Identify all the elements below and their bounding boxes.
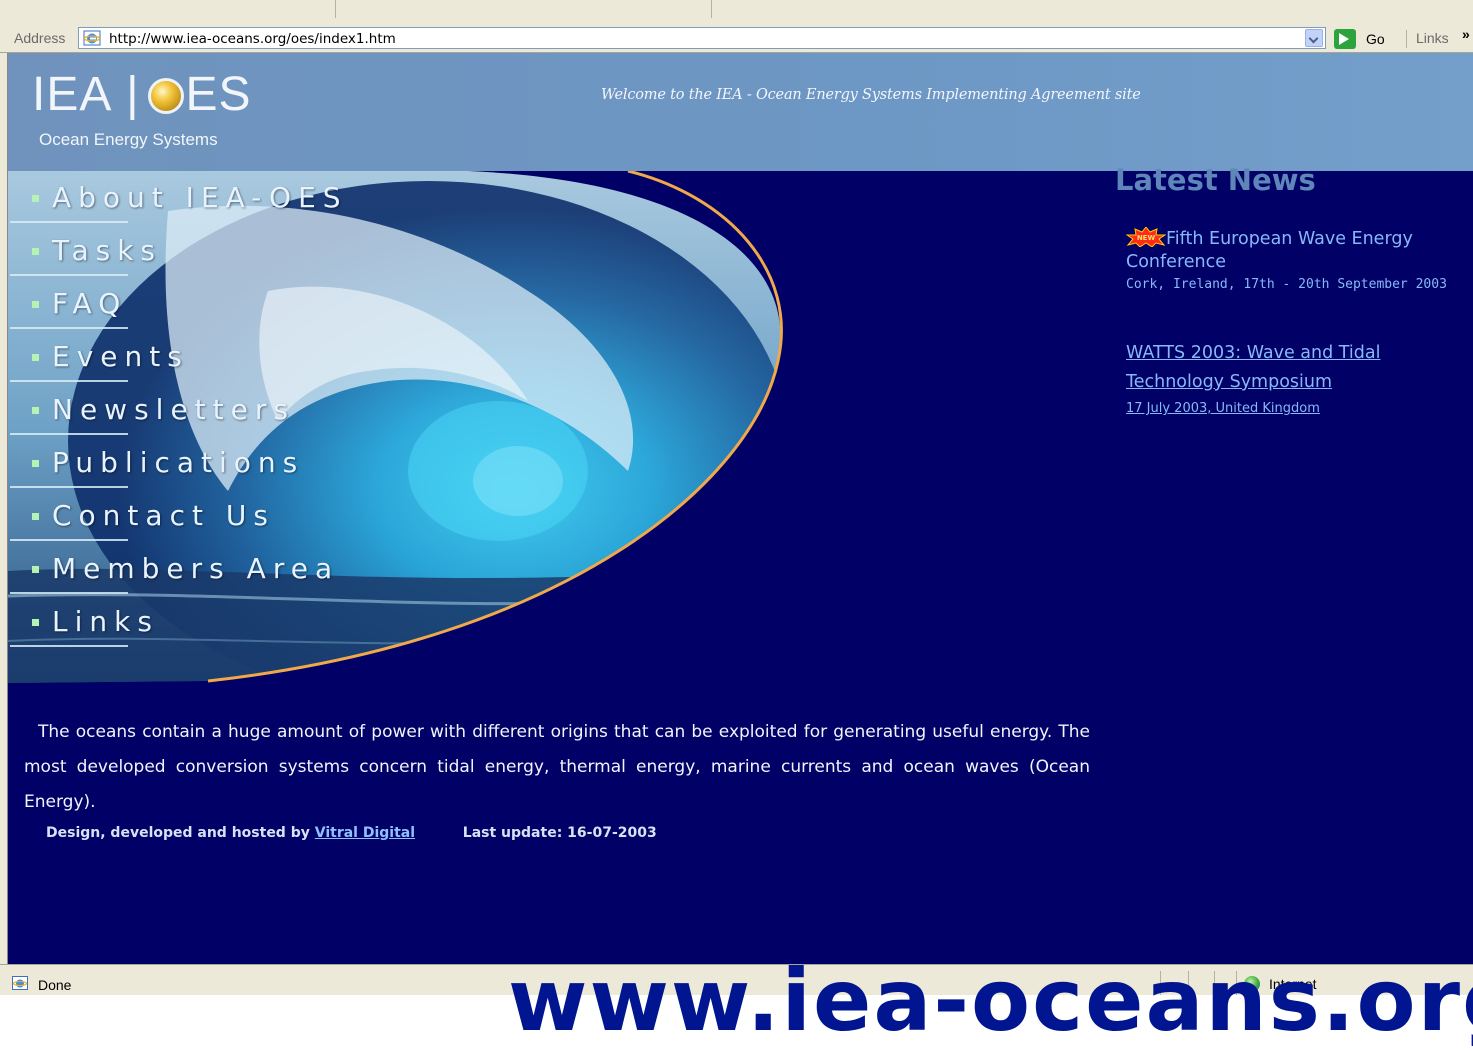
links-more-chevron-icon[interactable]: » (1462, 26, 1470, 42)
url-watermark: www.iea-oceans.org (508, 951, 1473, 1051)
logo-text-left: IEA (32, 68, 110, 121)
nav-item-members-area[interactable]: Members Area (8, 542, 408, 595)
nav-item-label: Members Area (52, 552, 340, 585)
nav-bullet-icon (32, 619, 39, 626)
nav-item-events[interactable]: Events (8, 330, 408, 383)
news-item-link[interactable]: WATTS 2003: Wave and Tidal Technology Sy… (1126, 339, 1426, 397)
news-item-subtitle: Cork, Ireland, 17th - 20th September 200… (1126, 277, 1447, 292)
nav-bullet-icon (32, 301, 39, 308)
site-header: IEA | ES Ocean Energy Systems Welcome to … (8, 53, 1473, 171)
nav-item-links[interactable]: Links (8, 595, 408, 648)
status-page-icon (12, 976, 28, 990)
vitral-digital-link[interactable]: Vitral Digital (315, 825, 415, 841)
nav-item-label: FAQ (52, 287, 128, 320)
new-badge-label: NEW (1137, 234, 1156, 242)
news-item-subtitle[interactable]: 17 July 2003, United Kingdom (1126, 397, 1426, 421)
last-update-text: Last update: 16-07-2003 (462, 825, 657, 841)
nav-item-newsletters[interactable]: Newsletters (8, 383, 408, 436)
nav-divider (10, 221, 128, 223)
nav-divider (10, 327, 128, 329)
ie-page-icon (83, 30, 101, 46)
news-item-wave-conference: NEW Fifth European Wave Energy Conferenc… (1126, 227, 1456, 296)
nav-bullet-icon (32, 354, 39, 361)
welcome-banner: Welcome to the IEA - Ocean Energy System… (601, 87, 1141, 103)
nav-divider (10, 274, 128, 276)
nav-bullet-icon (32, 195, 39, 202)
address-bar: Address http://www.iea-oceans.org/oes/in… (0, 26, 1473, 53)
nav-item-label: Events (52, 340, 189, 373)
site-logo[interactable]: IEA | ES (32, 67, 252, 123)
nav-bullet-icon (32, 248, 39, 255)
nav-item-faq[interactable]: FAQ (8, 277, 408, 330)
toolbar-separator (1406, 30, 1407, 48)
logo-text-right: ES (185, 68, 252, 121)
toolbar-strip (0, 0, 1473, 27)
status-text: Done (38, 977, 72, 993)
dropdown-arrow-icon[interactable] (1305, 29, 1323, 47)
site-credits: Design, developed and hosted by Vitral D… (46, 825, 657, 841)
news-item-watts-symposium: WATTS 2003: Wave and Tidal Technology Sy… (1126, 339, 1426, 421)
toolbar-separator (335, 0, 336, 18)
nav-item-publications[interactable]: Publications (8, 436, 408, 489)
go-label: Go (1366, 31, 1385, 47)
credits-prefix: Design, developed and hosted by (46, 825, 310, 841)
logo-globe-icon (147, 78, 184, 114)
news-item-title: Fifth European Wave Energy Conference (1126, 229, 1413, 272)
nav-divider (10, 539, 128, 541)
window-left-border (0, 53, 8, 964)
nav-item-label: About IEA-OES (52, 181, 348, 214)
nav-item-label: Tasks (52, 234, 163, 267)
address-url: http://www.iea-oceans.org/oes/index1.htm (109, 31, 396, 47)
latest-news-heading: Latest News (1115, 163, 1316, 197)
nav-bullet-icon (32, 407, 39, 414)
address-label: Address (14, 30, 66, 46)
nav-item-label: Contact Us (52, 499, 275, 532)
nav-divider (10, 433, 128, 435)
nav-bullet-icon (32, 513, 39, 520)
intro-paragraph: The oceans contain a huge amount of powe… (24, 722, 1090, 812)
nav-item-label: Publications (52, 446, 305, 479)
nav-divider (10, 645, 128, 647)
nav-item-about[interactable]: About IEA-OES (8, 171, 408, 224)
nav-item-contact[interactable]: Contact Us (8, 489, 408, 542)
go-button[interactable]: Go (1334, 29, 1396, 49)
links-toolbar-button[interactable]: Links (1416, 30, 1449, 46)
new-badge-icon: NEW (1126, 227, 1166, 247)
nav-item-label: Newsletters (52, 393, 295, 426)
nav-item-label: Links (52, 605, 159, 638)
nav-divider (10, 486, 128, 488)
news-item-link[interactable]: NEW Fifth European Wave Energy Conferenc… (1126, 227, 1456, 274)
nav-bullet-icon (32, 460, 39, 467)
nav-item-tasks[interactable]: Tasks (8, 224, 408, 277)
web-page: IEA | ES Ocean Energy Systems Welcome to … (8, 53, 1473, 964)
go-arrow-icon (1334, 29, 1356, 49)
address-input[interactable]: http://www.iea-oceans.org/oes/index1.htm (78, 27, 1326, 49)
nav-bullet-icon (32, 566, 39, 573)
logo-divider: | (126, 68, 140, 121)
toolbar-separator (711, 0, 712, 18)
nav-divider (10, 592, 128, 594)
nav-divider (10, 380, 128, 382)
logo-subtitle: Ocean Energy Systems (39, 130, 218, 149)
